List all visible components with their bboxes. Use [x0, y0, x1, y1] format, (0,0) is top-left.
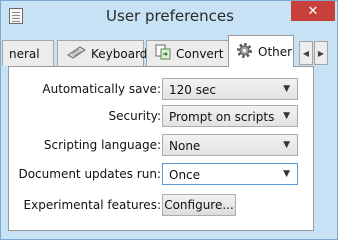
tab-general[interactable]: neral [2, 40, 54, 66]
chevron-down-icon: ▼ [283, 111, 290, 121]
keyboard-icon [66, 45, 86, 62]
scripting-select[interactable]: None ▼ [162, 134, 298, 156]
tab-keyboard-label: Keyboard [91, 46, 148, 61]
tab-convert-label: Convert [176, 46, 224, 61]
tab-other-label: Other [258, 44, 293, 59]
autosave-select[interactable]: 120 sec ▼ [162, 78, 298, 100]
window-title: User preferences [106, 7, 234, 25]
security-value: Prompt on scripts [169, 110, 275, 124]
configure-button[interactable]: Configure... [162, 194, 236, 216]
convert-icon [155, 44, 171, 63]
autosave-value: 120 sec [169, 83, 216, 97]
scripting-row: Scripting language: None ▼ [9, 134, 313, 158]
scripting-value: None [169, 139, 201, 153]
experimental-label: Experimental features: [23, 198, 161, 212]
doc-updates-row: Document updates run: Once ▼ [9, 163, 313, 187]
tab-keyboard[interactable]: Keyboard [57, 40, 148, 66]
arrow-left-icon: ◀ [302, 48, 310, 58]
security-label: Security: [108, 109, 161, 123]
tab-strip: neral Keyboard Convert Other ◀ ▶ [2, 32, 335, 67]
doc-updates-select[interactable]: Once ▼ [162, 163, 298, 185]
gear-icon [236, 42, 253, 62]
preferences-window: User preferences ✕ neral Keyboard Conver… [0, 0, 338, 240]
chevron-down-icon: ▼ [283, 140, 290, 150]
doc-updates-label: Document updates run: [18, 167, 161, 181]
scripting-label: Scripting language: [43, 138, 161, 152]
close-button[interactable]: ✕ [291, 1, 335, 21]
autosave-label: Automatically save: [42, 82, 161, 96]
chevron-down-icon: ▼ [283, 84, 290, 94]
tab-scroll-left-button[interactable]: ◀ [299, 41, 313, 65]
tab-scroll-right-button[interactable]: ▶ [314, 41, 328, 65]
tab-convert[interactable]: Convert [146, 40, 229, 66]
doc-updates-value: Once [169, 168, 201, 182]
security-select[interactable]: Prompt on scripts ▼ [162, 105, 298, 127]
security-row: Security: Prompt on scripts ▼ [9, 105, 313, 129]
close-icon: ✕ [307, 3, 319, 19]
experimental-row: Experimental features: Configure... [9, 194, 313, 218]
tab-other[interactable]: Other [228, 35, 294, 67]
other-settings-panel: Automatically save: 120 sec ▼ Security: … [8, 66, 314, 231]
title-bar[interactable]: User preferences ✕ [1, 1, 337, 32]
tab-general-label: neral [9, 46, 40, 61]
autosave-row: Automatically save: 120 sec ▼ [9, 78, 313, 102]
chevron-down-icon: ▼ [283, 169, 290, 179]
arrow-right-icon: ▶ [317, 48, 325, 58]
